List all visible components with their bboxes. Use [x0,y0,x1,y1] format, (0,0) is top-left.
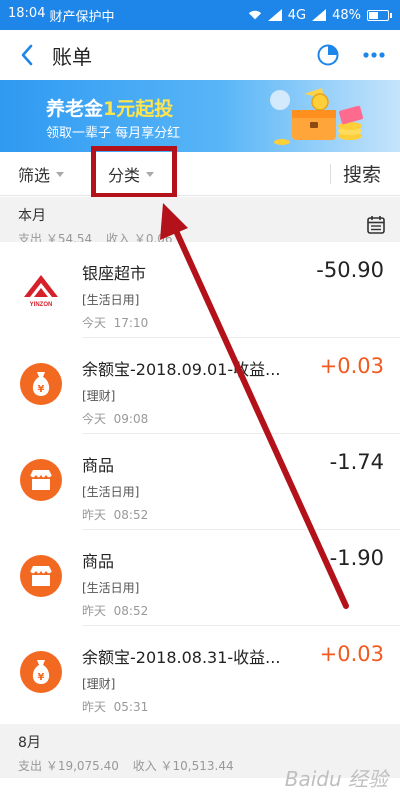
signal-icon-2 [312,9,327,21]
signal-icon [267,9,282,21]
status-notice: 财产保护中 [49,9,115,25]
watermark: Baidu 经验 [284,767,388,791]
transaction-day: 今天 [82,316,107,330]
transaction-day: 昨天 [82,604,107,618]
page-title: 账单 [52,44,92,69]
store-icon [20,459,62,501]
transaction-time: 今天 09:08 [82,410,290,427]
transaction-item[interactable]: YINZON 银座超市 [生活日用] 今天 17:10 -50.90 [0,242,400,338]
transaction-amount: +0.03 [319,354,384,378]
transaction-title: 余额宝-2018.08.31-收益... [82,648,281,667]
divider [330,164,331,184]
merchant-logo-icon: YINZON [20,267,62,309]
transaction-item[interactable]: ¥ 余额宝-2018.09.01-收益... [理财] 今天 09:08 +0.… [0,338,400,434]
money-bag-icon: ¥ [20,363,62,405]
wifi-icon [248,10,261,20]
svg-text:¥: ¥ [38,384,45,395]
filter-dropdown[interactable]: 筛选 [18,162,65,186]
transaction-item[interactable]: ¥ 余额宝-2018.08.31-收益... [理财] 昨天 05:31 +0.… [0,626,400,722]
banner-subtitle: 领取一辈子 每月享分红 [46,126,181,141]
banner-title-highlight: 1元起投 [103,98,174,120]
banner-title-prefix: 养老金 [46,98,104,120]
chevron-left-icon [21,44,33,66]
transaction-time: 昨天 08:52 [82,506,290,523]
calendar-icon [367,216,385,234]
transaction-title: 商品 [82,552,115,571]
battery-icon [367,9,392,21]
statistics-button[interactable] [316,43,340,67]
banner-title: 养老金1元起投 [46,94,173,121]
svg-text:¥: ¥ [38,672,45,683]
filter-label: 筛选 [18,165,51,185]
status-time: 18:04 [8,5,46,21]
transaction-category: [生活日用] [82,485,140,499]
month-expense: 支出 ￥19,075.40 [18,759,119,773]
caret-down-icon [146,172,155,177]
status-bar: 18:04 财产保护中 4G 48% [0,0,400,30]
more-dots-icon [363,52,385,58]
transaction-category: [理财] [82,677,116,691]
transaction-title: 余额宝-2018.09.01-收益... [82,360,281,379]
category-label: 分类 [108,165,141,185]
transaction-clock: 05:31 [113,700,149,714]
month-name: 本月 [18,208,46,224]
transaction-clock: 17:10 [113,316,149,330]
transaction-amount: -50.90 [316,258,384,282]
calendar-button[interactable] [366,215,386,239]
back-button[interactable] [14,42,40,68]
piggy-bank-illustration-icon [270,88,363,145]
transaction-time: 今天 17:10 [82,314,290,331]
month-income: 收入 ￥10,513.44 [132,759,234,773]
transaction-time: 昨天 05:31 [82,698,290,715]
network-type: 4G [287,7,307,23]
transaction-clock: 09:08 [113,412,149,426]
transaction-category: [生活日用] [82,581,140,595]
transaction-day: 昨天 [82,508,107,522]
filter-bar: 筛选 分类 搜索 [0,152,400,196]
transaction-title: 银座超市 [82,264,147,283]
svg-text:YINZON: YINZON [30,302,53,308]
search-button[interactable]: 搜索 [343,160,381,187]
store-icon [20,555,62,597]
transaction-category: [理财] [82,389,116,403]
battery-percent: 48% [332,7,361,23]
transaction-amount: -1.90 [329,546,384,570]
transaction-title: 商品 [82,456,115,475]
promo-banner[interactable]: 养老金1元起投 领取一辈子 每月享分红 [0,80,400,152]
transaction-item[interactable]: 商品 [生活日用] 昨天 08:52 -1.74 [0,434,400,530]
category-dropdown[interactable]: 分类 [108,162,155,186]
transaction-day: 今天 [82,412,107,426]
transaction-time: 昨天 08:52 [82,602,290,619]
month-name: 8月 [18,735,41,751]
bill-page: 18:04 财产保护中 4G 48% 账单 养老金1元起投 领取一辈子 每月享分… [0,0,400,800]
transaction-amount: -1.74 [329,450,384,474]
nav-bar: 账单 [0,30,400,80]
transaction-clock: 08:52 [113,508,149,522]
transaction-category: [生活日用] [82,293,140,307]
transaction-item[interactable]: 商品 [生活日用] 昨天 08:52 -1.90 [0,530,400,626]
transaction-day: 昨天 [82,700,107,714]
more-button[interactable] [362,51,386,59]
caret-down-icon [56,172,65,177]
transaction-amount: +0.03 [319,642,384,666]
money-bag-icon: ¥ [20,651,62,693]
pie-chart-icon [317,44,339,66]
transaction-clock: 08:52 [113,604,149,618]
